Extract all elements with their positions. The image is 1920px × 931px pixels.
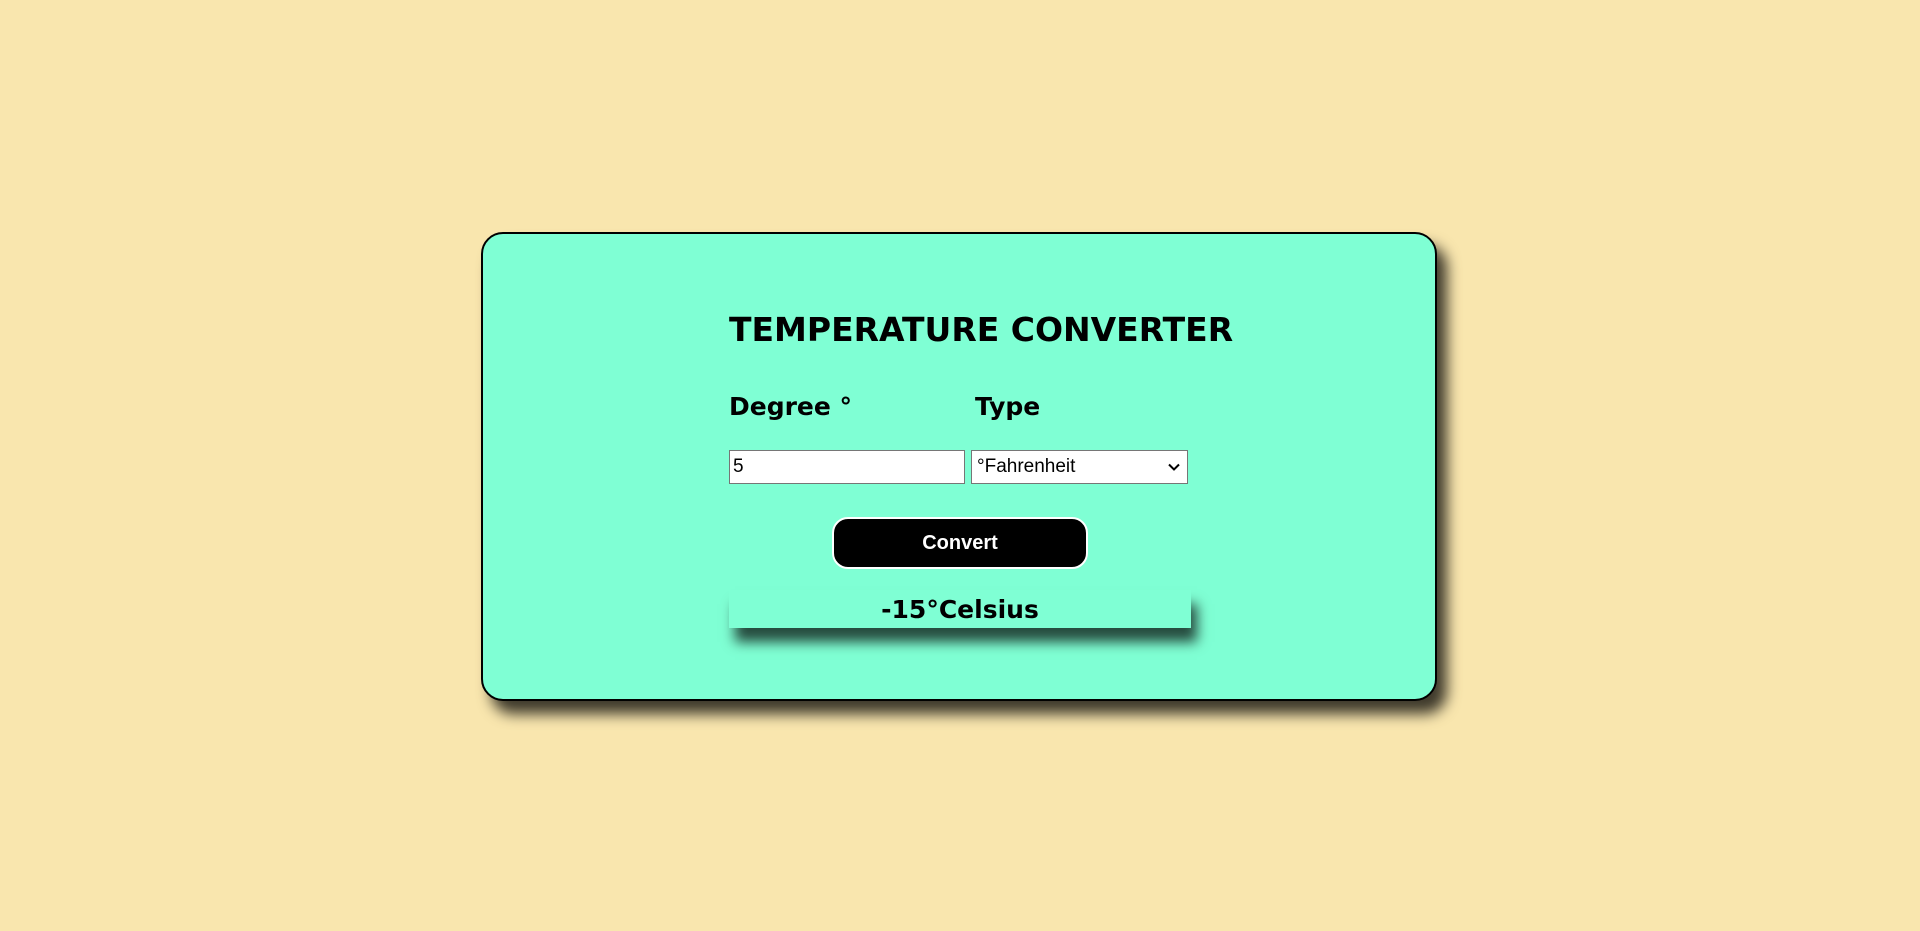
degree-input[interactable] bbox=[729, 450, 965, 484]
chevron-down-icon bbox=[1168, 463, 1180, 471]
convert-button[interactable]: Convert bbox=[832, 517, 1088, 569]
page-title: TEMPERATURE CONVERTER bbox=[729, 310, 1234, 349]
degree-label: Degree ° bbox=[729, 392, 853, 421]
result-display: -15°Celsius bbox=[729, 590, 1191, 628]
type-label: Type bbox=[975, 392, 1041, 421]
converter-card: TEMPERATURE CONVERTER Degree ° Type °Fah… bbox=[481, 232, 1437, 701]
result-text: -15°Celsius bbox=[881, 594, 1039, 624]
type-select[interactable]: °Fahrenheit bbox=[971, 450, 1188, 484]
type-select-value: °Fahrenheit bbox=[977, 456, 1076, 477]
